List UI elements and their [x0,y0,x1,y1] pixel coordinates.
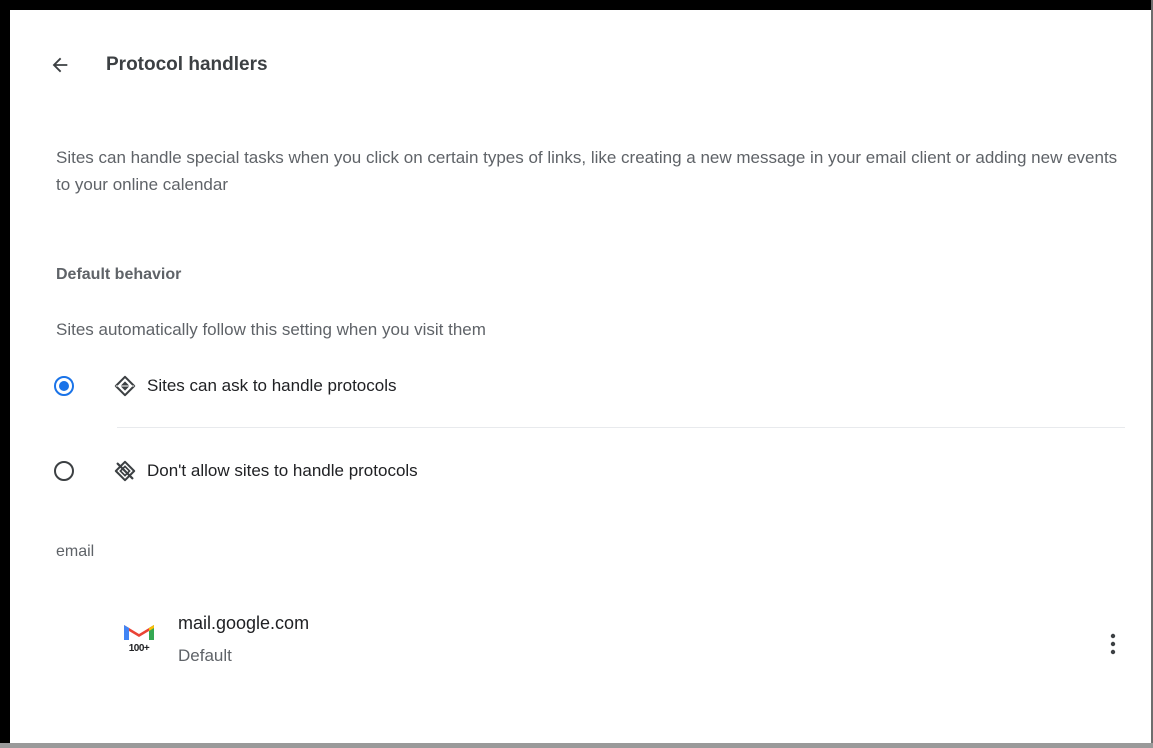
options-divider [117,427,1125,428]
option-allow-ask-label: Sites can ask to handle protocols [147,376,397,395]
protocol-handlers-page: Protocol handlers Sites can handle speci… [10,10,1150,743]
handler-site-name: mail.google.com [178,613,310,633]
default-behavior-heading: Default behavior [56,266,182,283]
gmail-icon: 100+ [122,622,156,658]
handler-category-label: email [56,543,95,560]
option-block[interactable]: Don't allow sites to handle protocols [50,451,418,491]
page-title: Protocol handlers [106,54,268,75]
handler-status: Default [178,646,232,665]
window-frame-left [0,0,10,748]
window-frame-bottom [0,743,1153,748]
page-description: Sites can handle special tasks when you … [56,148,1118,194]
arrow-back-icon [52,57,68,73]
option-block-label: Don't allow sites to handle protocols [147,461,418,480]
handler-row: 100+ mail.google.com Default [50,608,1125,680]
handler-more-actions-button[interactable] [1101,630,1125,658]
radio-allow-ask[interactable] [54,376,74,396]
more-vert-icon [1110,633,1116,655]
page-header: Protocol handlers [50,47,268,83]
protocol-handler-off-icon [114,460,136,482]
default-behavior-subtitle: Sites automatically follow this setting … [56,320,486,339]
window-frame-top [0,0,1153,10]
gmail-unread-badge: 100+ [128,643,150,654]
option-allow-ask[interactable]: Sites can ask to handle protocols [50,366,396,406]
radio-block[interactable] [54,461,74,481]
protocol-handler-icon [114,375,136,397]
back-button[interactable] [42,47,78,83]
